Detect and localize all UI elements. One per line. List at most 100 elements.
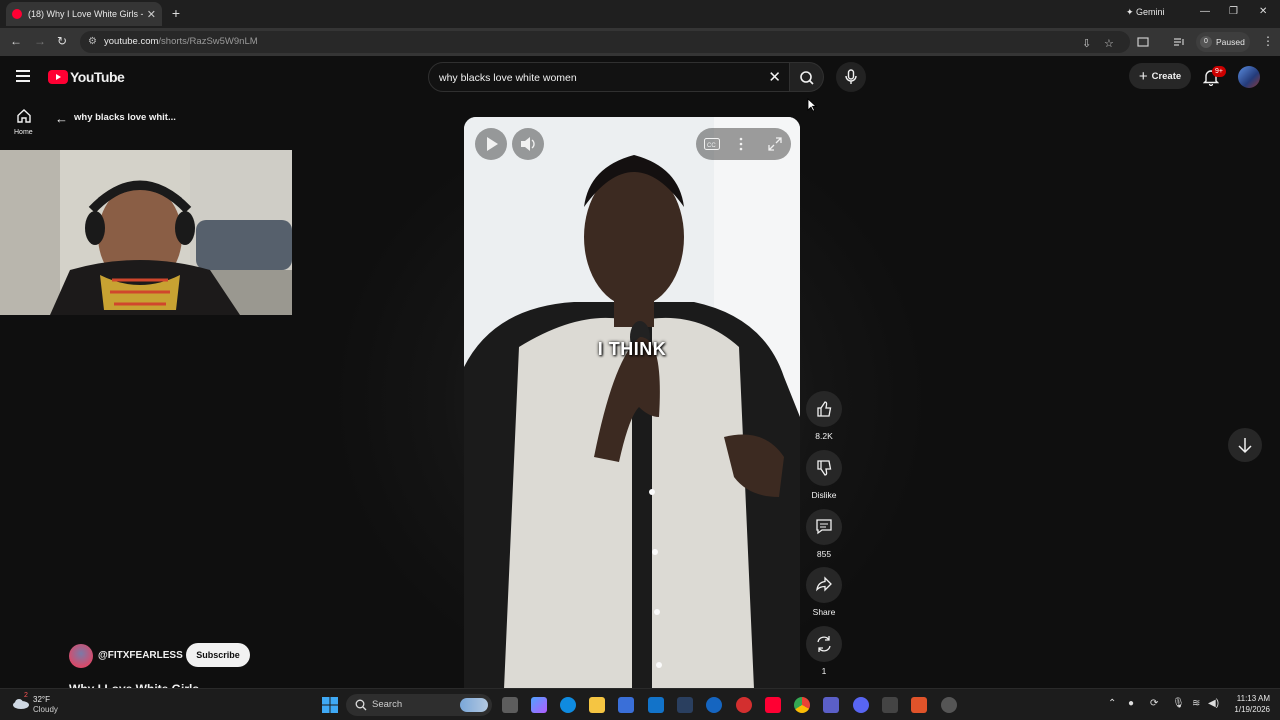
play-icon (487, 137, 498, 151)
chrome-icon[interactable] (794, 697, 810, 713)
windows-taskbar: 2 32°F Cloudy Search ⌃ ● ⟳ 🎙 ≋ ◀) 11:13 … (0, 688, 1280, 720)
clear-search-icon[interactable]: ✕ (768, 69, 781, 86)
home-icon[interactable] (16, 108, 32, 124)
play-button[interactable] (475, 128, 507, 160)
microphone-tray-icon[interactable]: 🎙 (1172, 698, 1185, 709)
steam-icon[interactable] (677, 697, 693, 713)
speaker-icon[interactable]: ◀) (1208, 698, 1219, 709)
youtube-logo[interactable]: YouTube (48, 69, 125, 85)
bookmark-star-icon[interactable]: ☆ (1104, 37, 1114, 50)
site-info-icon[interactable]: ⚙ (88, 36, 100, 48)
account-avatar[interactable] (1238, 66, 1260, 88)
browser-toolbar: ← → ↻ ⚙ youtube.com/shorts/RazSw5W9nLM ⇩… (0, 28, 1280, 56)
back-icon[interactable]: ← (10, 34, 22, 48)
volume-icon (521, 137, 535, 151)
windows-start-icon[interactable] (322, 697, 338, 713)
cast-icon[interactable] (1137, 36, 1149, 48)
like-action[interactable]: 8.2K (806, 391, 842, 441)
media-controls-icon[interactable] (1173, 36, 1185, 48)
taskbar-search-icon (355, 699, 367, 711)
dislike-button[interactable] (806, 450, 842, 486)
tray-app-icon[interactable]: ● (1128, 698, 1134, 709)
create-button[interactable]: + Create (1129, 63, 1191, 89)
weather-condition[interactable]: Cloudy (33, 705, 58, 714)
gt-app-icon[interactable] (736, 697, 752, 713)
subscribe-button[interactable]: Subscribe (186, 643, 250, 667)
remix-button[interactable] (806, 626, 842, 662)
teams-icon[interactable] (823, 697, 839, 713)
channel-handle[interactable]: @FITXFEARLESS (98, 650, 183, 661)
search-highlight-image (460, 698, 488, 712)
minimize-icon[interactable]: — (1200, 6, 1210, 17)
svg-text:CC: CC (707, 143, 716, 149)
shorts-video-player[interactable]: CC I THINK (464, 117, 800, 689)
restore-icon[interactable]: ❐ (1229, 6, 1238, 17)
clock-app-icon[interactable] (941, 697, 957, 713)
profile-status-label: Paused (1216, 37, 1245, 47)
close-window-icon[interactable]: ✕ (1259, 6, 1267, 17)
share-action[interactable]: Share (806, 567, 842, 617)
obs-recording-icon[interactable] (911, 697, 927, 713)
discord-icon[interactable] (853, 697, 869, 713)
bluetooth-app-icon[interactable] (706, 697, 722, 713)
comment-count: 855 (816, 549, 832, 559)
show-hidden-icons-icon[interactable]: ⌃ (1108, 698, 1116, 709)
voice-search-button[interactable] (836, 62, 866, 92)
browser-tab-youtube[interactable]: (18) Why I Love White Girls - Yo ✕ (6, 2, 162, 26)
gemini-label: Gemini (1136, 7, 1165, 17)
gemini-button[interactable]: ✦ Gemini (1126, 7, 1165, 18)
fullscreen-icon[interactable] (768, 137, 782, 151)
clock-time[interactable]: 11:13 AM (1226, 694, 1270, 703)
audio-app-icon[interactable] (882, 697, 898, 713)
captions-icon[interactable]: CC (704, 138, 720, 150)
dislike-action[interactable]: Dislike (806, 450, 842, 500)
channel-avatar[interactable] (69, 644, 93, 668)
youtube-wordmark: YouTube (70, 69, 125, 85)
sync-icon[interactable]: ⟳ (1150, 698, 1158, 709)
comments-button[interactable] (806, 509, 842, 545)
home-label[interactable]: Home (14, 129, 33, 136)
mouse-cursor-icon (807, 98, 817, 112)
new-tab-button[interactable]: + (168, 5, 184, 21)
reload-icon[interactable]: ↻ (57, 34, 67, 48)
back-to-search-icon[interactable]: ← (55, 111, 68, 126)
wifi-icon[interactable]: ≋ (1192, 698, 1200, 709)
profile-paused-chip[interactable]: 0 Paused (1196, 32, 1250, 52)
remix-icon (817, 636, 831, 652)
comments-action[interactable]: 855 (806, 509, 842, 559)
thumbs-down-icon (817, 460, 832, 476)
like-button[interactable] (806, 391, 842, 427)
copilot-icon[interactable] (531, 697, 547, 713)
hamburger-menu-icon[interactable] (16, 70, 30, 82)
youtube-app-icon[interactable] (765, 697, 781, 713)
file-explorer-icon[interactable] (589, 697, 605, 713)
video-caption-text: I THINK (597, 339, 667, 359)
address-bar[interactable]: ⚙ youtube.com/shorts/RazSw5W9nLM ⇩ ☆ (80, 31, 1130, 53)
close-tab-icon[interactable]: ✕ (147, 8, 156, 21)
player-controls-pill: CC (696, 128, 791, 160)
dislike-label: Dislike (811, 490, 837, 500)
install-app-icon[interactable]: ⇩ (1082, 37, 1091, 50)
clock-date[interactable]: 1/19/2026 (1226, 705, 1270, 714)
notifications-badge: 9+ (1212, 66, 1226, 77)
more-options-icon[interactable] (738, 137, 744, 151)
profile-avatar: 0 (1200, 36, 1212, 48)
remix-action[interactable]: 1 (806, 626, 842, 676)
outlook-icon[interactable] (648, 697, 664, 713)
search-button[interactable] (790, 62, 824, 92)
next-short-button[interactable] (1228, 428, 1262, 462)
share-button[interactable] (806, 567, 842, 603)
search-results-title[interactable]: why blacks love whit... (74, 112, 176, 123)
weather-temperature[interactable]: 32°F (33, 695, 50, 704)
search-input[interactable] (439, 69, 759, 86)
youtube-favicon-icon (12, 9, 22, 19)
taskbar-search[interactable]: Search (346, 694, 492, 716)
browser-menu-icon[interactable]: ⋮ (1262, 34, 1274, 48)
url-path: /shorts/RazSw5W9nLM (158, 36, 258, 47)
forward-icon[interactable]: → (34, 34, 46, 48)
volume-button[interactable] (512, 128, 544, 160)
microsoft-store-icon[interactable] (618, 697, 634, 713)
edge-browser-icon[interactable] (560, 697, 576, 713)
task-view-icon[interactable] (502, 697, 518, 713)
webcam-overlay-image (0, 150, 292, 315)
